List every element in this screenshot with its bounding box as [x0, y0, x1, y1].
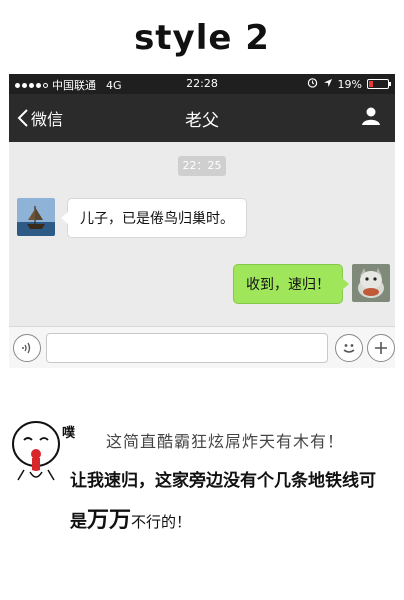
message-bubble-sent: 收到，速归！	[233, 264, 349, 304]
more-button[interactable]	[367, 334, 395, 362]
battery-fill	[369, 81, 373, 87]
avatar-father[interactable]	[17, 198, 55, 236]
person-icon	[362, 107, 380, 125]
chat-timestamp: 22：25	[178, 156, 226, 176]
chat-title: 老父	[185, 111, 219, 131]
emoji-button[interactable]	[335, 334, 363, 362]
status-bar: 中国联通 4G 22:28 19%	[9, 74, 395, 94]
caption-line-3-suffix: 不行的！	[131, 513, 192, 531]
caption-line-2: 让我速归，这家旁边没有个几条地铁线可	[70, 471, 376, 491]
smiley-icon	[343, 344, 355, 353]
message-input[interactable]	[46, 333, 328, 363]
caption-line-3: 是万万不行的！	[70, 502, 191, 534]
profile-button[interactable]	[361, 106, 381, 130]
caption-line-3-emphasis: 万万	[87, 508, 132, 533]
style-heading: style 2	[134, 18, 270, 58]
voice-icon	[22, 342, 31, 354]
avatar-me[interactable]	[352, 264, 390, 302]
voice-button[interactable]	[13, 334, 41, 362]
input-bar	[9, 326, 395, 368]
exclamation-label: 噗	[62, 426, 76, 441]
location-arrow-icon	[323, 78, 333, 91]
caption-line-1: 这简直酷霸狂炫屌炸天有木有！	[106, 432, 345, 451]
caption-section: 噗 这简直酷霸狂炫屌炸天有木有！ 让我速归，这家旁边没有个几条地铁线可 是万万不…	[0, 410, 404, 550]
message-bubble-received: 儿子，已是倦鸟归巢时。	[61, 198, 247, 238]
battery-icon	[367, 79, 391, 89]
nav-bar: 微信 老父	[9, 94, 395, 142]
battery-percent: 19%	[337, 77, 362, 91]
alarm-icon	[307, 77, 318, 91]
phone-screenshot: 中国联通 4G 22:28 19% 微信 老父 22：25 儿子，已是倦鸟归巢时…	[9, 74, 395, 368]
caption-line-3-prefix: 是	[70, 512, 87, 532]
plus-icon	[375, 342, 387, 354]
